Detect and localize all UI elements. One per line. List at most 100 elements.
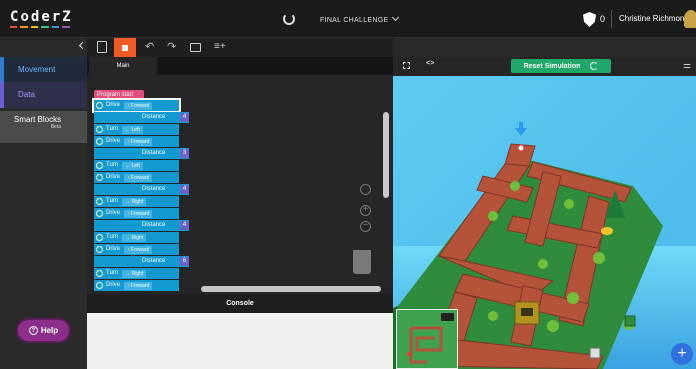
minimap-path (411, 326, 443, 352)
minimap-robot-marker (407, 352, 411, 356)
drive-block[interactable]: Drive ↑ Forward (94, 100, 179, 111)
drive-icon (96, 282, 103, 289)
add-button[interactable]: + (671, 343, 693, 365)
drive-block[interactable]: Drive ↑ Forward (94, 136, 179, 147)
save-icon[interactable] (97, 41, 107, 53)
playlist-add-icon[interactable]: ≡+ (214, 41, 226, 53)
turn-icon (96, 162, 103, 169)
direction-dropdown[interactable]: ↑ Forward (124, 281, 153, 290)
block-label: Turn (106, 270, 119, 276)
direction-dropdown[interactable]: → Right (122, 269, 147, 278)
recenter-icon[interactable] (360, 184, 371, 195)
distance-label: Distance (142, 186, 166, 192)
category-smart-blocks[interactable]: Smart Blocks Beta (0, 111, 87, 143)
direction-dropdown[interactable]: ← Left (122, 161, 143, 170)
zoom-in-icon[interactable]: + (360, 205, 371, 216)
drive-block[interactable]: Drive ↑ Forward (94, 208, 179, 219)
turn-block[interactable]: Turn ← Left (94, 160, 179, 171)
distance-label: Distance (142, 114, 166, 120)
direction-dropdown[interactable]: ↑ Forward (124, 137, 153, 146)
start-marker-icon (517, 144, 525, 152)
tab-main[interactable]: Main (89, 57, 157, 75)
turn-icon (96, 126, 103, 133)
distance-value[interactable]: 3 (180, 149, 189, 158)
reset-simulation-label: Reset Simulation (523, 62, 581, 70)
direction-dropdown[interactable]: ↑ Forward (124, 101, 153, 110)
code-icon[interactable]: <> (426, 60, 434, 67)
top-bar: CoderZ FINAL CHALLENGE 0 Christine Richm… (0, 0, 696, 38)
distance-row[interactable]: Distance 3 (94, 148, 189, 159)
user-name[interactable]: Christine Richmond (619, 14, 689, 23)
distance-row[interactable]: Distance 4 (94, 220, 189, 231)
category-movement[interactable]: Movement (0, 57, 87, 83)
shield-icon (583, 12, 596, 27)
console-output (87, 313, 393, 369)
block-label: Drive (106, 102, 121, 108)
block-label: Turn (106, 126, 119, 132)
turn-block[interactable]: Turn → Right (94, 268, 179, 279)
logo-underline (41, 26, 49, 28)
drive-block[interactable]: Drive ↑ Forward (94, 280, 179, 291)
minimap-paths (409, 326, 443, 364)
distance-value[interactable]: 4 (180, 221, 189, 230)
restart-icon[interactable] (283, 13, 295, 25)
program-start-block[interactable]: Program start (94, 90, 144, 100)
logo-letter: e (41, 9, 50, 28)
goal-box-face (521, 308, 533, 316)
direction-dropdown[interactable]: → Right (122, 233, 147, 242)
turn-icon (96, 198, 103, 205)
challenge-selector[interactable]: FINAL CHALLENGE (320, 13, 400, 24)
fullscreen-icon[interactable] (403, 62, 410, 69)
block-label: Drive (106, 210, 121, 216)
drive-block[interactable]: Drive ↑ Forward (94, 244, 179, 255)
trash-icon[interactable] (353, 250, 371, 274)
direction-dropdown[interactable]: ↑ Forward (124, 245, 153, 254)
distance-row[interactable]: Distance 6 (94, 256, 189, 267)
coderz-app: CoderZ FINAL CHALLENGE 0 Christine Richm… (0, 0, 696, 369)
turn-block[interactable]: Turn → Right (94, 196, 179, 207)
block-label: Turn (106, 198, 119, 204)
logo-underline (30, 26, 39, 28)
direction-dropdown[interactable]: → Right (122, 197, 147, 206)
drive-icon (96, 210, 103, 217)
avatar[interactable] (684, 10, 696, 28)
camera-switch-icon[interactable] (441, 313, 454, 321)
direction-dropdown[interactable]: ← Left (122, 125, 143, 134)
distance-row[interactable]: Distance 4 (94, 184, 189, 195)
distance-label: Distance (142, 222, 166, 228)
redo-icon[interactable]: ↷ (167, 41, 177, 53)
logo-letter: r (51, 9, 61, 28)
distance-value[interactable]: 6 (180, 257, 189, 266)
workspace-vertical-scrollbar[interactable] (383, 112, 389, 198)
logo-underline (51, 26, 60, 28)
turn-block[interactable]: Turn → Right (94, 232, 179, 243)
coderz-logo[interactable]: CoderZ (10, 9, 72, 28)
zoom-out-icon[interactable]: − (360, 221, 371, 232)
logo-underline (20, 26, 28, 28)
logo-letter: C (10, 9, 19, 28)
console-header[interactable]: Console (87, 294, 393, 313)
distance-value[interactable]: 4 (180, 113, 189, 122)
stop-button[interactable] (114, 38, 136, 57)
turn-icon (96, 234, 103, 241)
category-data[interactable]: Data (0, 82, 87, 108)
reset-simulation-button[interactable]: Reset Simulation (511, 59, 611, 73)
distance-label: Distance (142, 258, 166, 264)
direction-dropdown[interactable]: ↑ Forward (124, 173, 153, 182)
cast-icon[interactable] (190, 43, 201, 52)
undo-icon[interactable]: ↶ (145, 41, 155, 53)
stop-icon (122, 44, 128, 51)
block-label: Turn (106, 162, 119, 168)
drive-block[interactable]: Drive ↑ Forward (94, 172, 179, 183)
settings-sliders-icon[interactable]: ⚌ (683, 60, 691, 71)
distance-row[interactable]: Distance 4 (94, 112, 189, 123)
question-icon: ? (28, 326, 38, 335)
green-cube (624, 315, 636, 327)
workspace-horizontal-scrollbar[interactable] (201, 286, 381, 292)
distance-value[interactable]: 4 (180, 185, 189, 194)
refresh-icon (590, 62, 599, 70)
drive-icon (96, 138, 103, 145)
direction-dropdown[interactable]: ↑ Forward (124, 209, 153, 218)
turn-block[interactable]: Turn ← Left (94, 124, 179, 135)
help-button[interactable]: ? Help (18, 320, 69, 341)
